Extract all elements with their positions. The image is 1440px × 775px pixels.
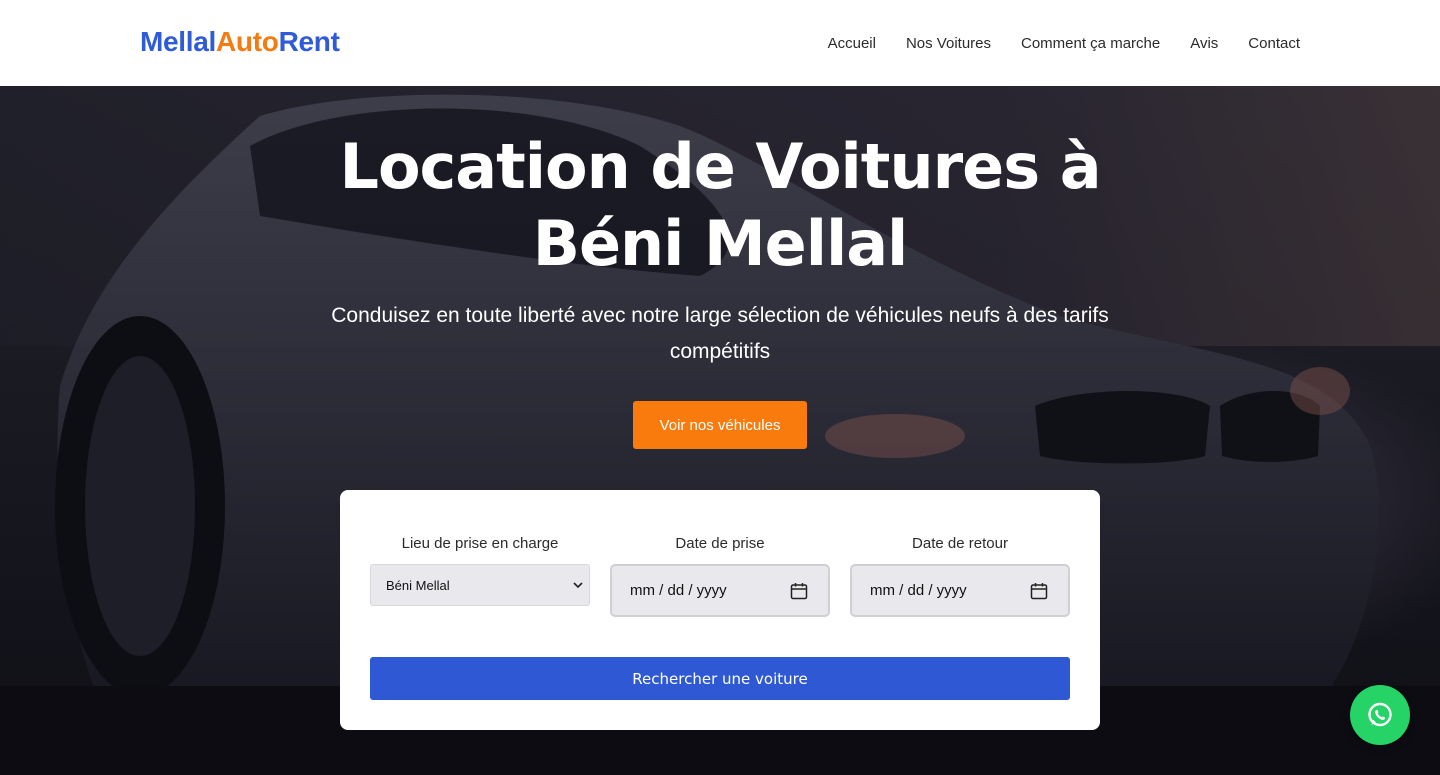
hero-title-line2: Béni Mellal [532, 207, 909, 280]
chevron-down-icon [573, 582, 583, 589]
main-nav: Accueil Nos Voitures Comment ça marche A… [828, 34, 1300, 54]
pickup-date-placeholder: mm / dd / yyyy [630, 582, 727, 599]
hero-subtitle: Conduisez en toute liberté avec notre la… [331, 304, 1109, 363]
return-date-field: Date de retour mm / dd / yyyy [850, 534, 1070, 617]
location-select-value: Béni Mellal [386, 577, 450, 593]
return-date-label: Date de retour [912, 535, 1008, 552]
location-select[interactable]: Béni Mellal [370, 564, 590, 606]
search-car-button[interactable]: Rechercher une voiture [370, 657, 1070, 700]
nav-link-contact[interactable]: Contact [1248, 34, 1300, 54]
whatsapp-icon [1368, 702, 1392, 727]
nav-link-nos-voitures[interactable]: Nos Voitures [906, 34, 991, 54]
return-date-input[interactable]: mm / dd / yyyy [850, 564, 1070, 617]
pickup-date-label: Date de prise [675, 535, 765, 552]
hero-section: Location de Voitures à Béni Mellal Condu… [0, 86, 1440, 775]
logo-part-mellal: Mellal [140, 26, 217, 57]
logo-part-auto: Auto [216, 26, 279, 57]
calendar-icon[interactable] [790, 582, 808, 600]
calendar-icon[interactable] [1030, 582, 1048, 600]
nav-link-comment-ca-marche[interactable]: Comment ça marche [1021, 34, 1160, 54]
location-field: Lieu de prise en charge Béni Mellal [370, 534, 590, 606]
return-date-placeholder: mm / dd / yyyy [870, 582, 967, 599]
site-logo[interactable]: MellalAutoRent [140, 26, 340, 58]
hero-title: Location de Voitures à Béni Mellal [320, 128, 1120, 282]
view-vehicles-button[interactable]: Voir nos véhicules [633, 401, 807, 449]
pickup-date-input[interactable]: mm / dd / yyyy [610, 564, 830, 617]
location-label: Lieu de prise en charge [401, 535, 559, 552]
logo-part-rent: Rent [278, 26, 340, 57]
whatsapp-button[interactable] [1350, 685, 1410, 745]
nav-link-avis[interactable]: Avis [1190, 34, 1218, 54]
hero-title-line1: Location de Voitures à [339, 130, 1101, 203]
pickup-date-field: Date de prise mm / dd / yyyy [610, 534, 830, 617]
site-header: MellalAutoRent Accueil Nos Voitures Comm… [0, 0, 1440, 86]
nav-link-accueil[interactable]: Accueil [828, 34, 876, 54]
search-card: Lieu de prise en charge Béni Mellal Date… [340, 490, 1100, 730]
